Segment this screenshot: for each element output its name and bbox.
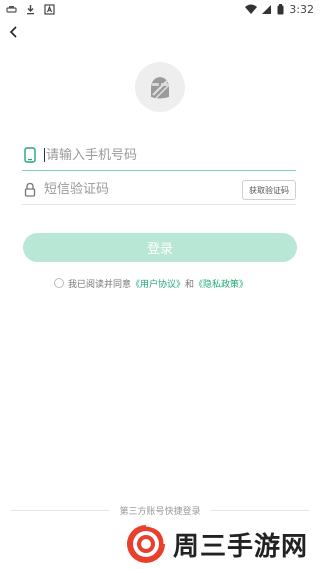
divider-right	[210, 509, 311, 511]
agree-checkbox[interactable]	[54, 278, 64, 288]
verification-code-field[interactable]: 获取验证码	[22, 174, 296, 205]
third-party-label: 第三方账号快捷登录	[119, 506, 201, 517]
back-button[interactable]	[4, 22, 24, 42]
get-code-button[interactable]: 获取验证码	[242, 180, 296, 200]
wifi-icon	[245, 4, 258, 15]
chevron-left-icon	[9, 26, 17, 38]
signal-icon	[261, 4, 272, 15]
login-button[interactable]: 登录	[23, 233, 297, 262]
watermark-logo: 周三手游网	[125, 522, 308, 566]
watermark-text: 周三手游网	[173, 531, 309, 562]
phone-input[interactable]	[46, 147, 236, 163]
phone-icon	[22, 147, 38, 163]
spiral-logo-icon	[127, 523, 167, 563]
app-a-icon	[44, 3, 55, 15]
avatar[interactable]	[135, 62, 185, 112]
agreement-row: 我已阅读并同意 《用户协议》 和 《隐私政策》	[54, 277, 248, 290]
code-input[interactable]	[44, 181, 194, 197]
agreement-prefix: 我已阅读并同意	[68, 279, 132, 290]
battery-icon	[277, 3, 284, 15]
text-caret	[44, 148, 45, 162]
default-avatar-icon	[151, 77, 170, 99]
lock-icon	[22, 181, 38, 197]
usb-icon	[6, 4, 17, 15]
divider-left	[10, 509, 110, 511]
user-agreement-link[interactable]: 《用户协议》	[131, 277, 185, 290]
clock-time: 3:32	[289, 2, 314, 16]
privacy-policy-link[interactable]: 《隐私政策》	[194, 277, 248, 290]
agreement-and: 和	[185, 279, 195, 290]
phone-field[interactable]	[22, 140, 296, 171]
status-bar: 3:32	[0, 0, 320, 18]
download-icon	[25, 4, 36, 15]
third-party-divider: 第三方账号快捷登录	[0, 503, 320, 517]
